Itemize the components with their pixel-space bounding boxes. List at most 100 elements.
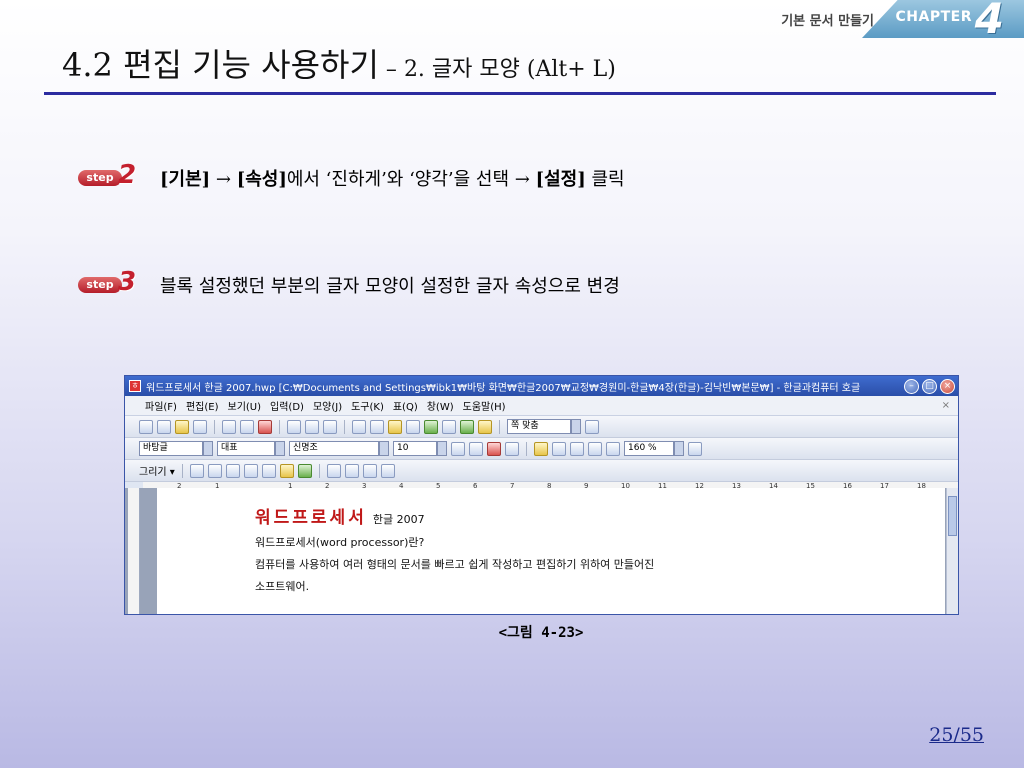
new-window-icon[interactable]	[157, 419, 171, 434]
chapter-label: CHAPTER	[895, 9, 972, 25]
font-dropdown-icon[interactable]	[379, 441, 389, 456]
menu-close-icon[interactable]: ×	[942, 400, 950, 411]
line-tool-icon[interactable]	[189, 463, 204, 478]
step-3-pill: step	[78, 277, 122, 293]
menu-insert[interactable]: 입력(D)	[270, 398, 304, 413]
step-2-text: 에서 ‘진하게’와 ‘양각’을 선택	[286, 169, 515, 190]
image-tool-icon[interactable]	[297, 463, 312, 478]
font-size-dropdown-icon[interactable]	[437, 441, 447, 456]
align-right-icon[interactable]	[606, 441, 620, 456]
chart-icon[interactable]	[460, 419, 474, 434]
step-3-badge: step 3	[78, 267, 142, 297]
menu-view[interactable]: 보기(U)	[228, 398, 262, 413]
align-both-icon[interactable]	[552, 441, 566, 456]
paste-icon[interactable]	[388, 419, 402, 434]
step-3-text: 블록 설정했던 부분의 글자 모양이 설정한 글자 속성으로 변경	[160, 276, 620, 297]
copy-icon[interactable]	[370, 419, 384, 434]
vertical-scrollbar[interactable]	[946, 488, 958, 614]
preview-icon[interactable]	[240, 419, 254, 434]
menu-window[interactable]: 창(W)	[427, 398, 454, 413]
open-folder-icon[interactable]	[175, 419, 189, 434]
scrollbar-thumb[interactable]	[948, 496, 957, 536]
style-icon[interactable]	[424, 419, 438, 434]
step-2-text-end: 클릭	[585, 169, 625, 190]
step-2-pill: step	[78, 170, 122, 186]
pen-tool-icon[interactable]	[279, 463, 294, 478]
step-2-number: 2	[118, 160, 137, 190]
maximize-icon[interactable]: □	[922, 378, 937, 394]
save-icon[interactable]	[193, 419, 207, 434]
ellipse-tool-icon[interactable]	[225, 463, 240, 478]
language-combo[interactable]: 대표	[217, 441, 275, 456]
bold-icon[interactable]	[451, 441, 465, 456]
doc-line-1: 워드프로세서(word processor)란?	[255, 536, 425, 549]
underline-icon[interactable]	[487, 441, 501, 456]
breadcrumb: 기본 문서 만들기	[781, 14, 874, 29]
rect-tool-icon[interactable]	[207, 463, 222, 478]
image-icon[interactable]	[478, 419, 492, 434]
close-icon[interactable]: ×	[940, 378, 955, 394]
line-style-icon[interactable]	[362, 463, 377, 478]
step-2-badge: step 2	[78, 160, 142, 190]
menu-table[interactable]: 표(Q)	[393, 398, 418, 413]
page-title: 4.2 편집 기능 사용하기 – 2. 글자 모양 (Alt+ L)	[62, 40, 616, 86]
step-2-menu-set: [설정]	[535, 169, 586, 190]
doc-heading-sub: 한글 2007	[372, 513, 425, 526]
line-spacing-dropdown-icon[interactable]	[674, 441, 684, 456]
chapter-number: 4	[974, 0, 1004, 43]
menu-edit[interactable]: 편집(E)	[186, 398, 219, 413]
find-icon[interactable]	[323, 419, 337, 434]
title-main: 4.2 편집 기능 사용하기	[62, 46, 379, 84]
align-center-icon[interactable]	[588, 441, 602, 456]
document-content: 워드프로세서 한글 2007 워드프로세서(word processor)란? 컴…	[255, 503, 654, 594]
menu-help[interactable]: 도움말(H)	[463, 398, 506, 413]
page-number[interactable]: 25/55	[929, 724, 984, 746]
chapter-tag: 기본 문서 만들기 CHAPTER 4	[752, 0, 1024, 43]
format-painter-icon[interactable]	[406, 419, 420, 434]
polygon-tool-icon[interactable]	[261, 463, 276, 478]
cut-icon[interactable]	[352, 419, 366, 434]
highlight-icon[interactable]	[534, 441, 548, 456]
print-icon[interactable]	[222, 419, 236, 434]
text-color-icon[interactable]	[505, 441, 519, 456]
title-sub: 2. 글자 모양 (Alt+ L)	[403, 57, 616, 82]
draw-menu[interactable]: 그리기 ▾	[139, 463, 175, 478]
step-2-menu-basic: [기본]	[160, 169, 211, 190]
document-page[interactable]: 워드프로세서 한글 2007 워드프로세서(word processor)란? 컴…	[157, 488, 945, 614]
minimize-icon[interactable]: –	[904, 378, 919, 394]
standard-toolbar: 쪽 맞춤	[125, 416, 958, 438]
app-menubar: 파일(F) 편집(E) 보기(U) 입력(D) 모양(J) 도구(K) 표(Q)…	[125, 396, 958, 416]
line-color-icon[interactable]	[344, 463, 359, 478]
step-2-arrow-1: →	[210, 169, 237, 190]
app-titlebar: ㅎ 워드프로세서 한글 2007.hwp [C:₩Documents and S…	[125, 376, 958, 396]
language-dropdown-icon[interactable]	[275, 441, 285, 456]
undo-icon[interactable]	[287, 419, 301, 434]
zoom-dropdown-icon[interactable]	[571, 419, 581, 434]
title-dash: –	[378, 57, 404, 82]
document-area: 워드프로세서 한글 2007 워드프로세서(word processor)란? 컴…	[125, 488, 958, 614]
new-doc-icon[interactable]	[139, 419, 153, 434]
zoom-out-icon[interactable]	[585, 419, 599, 434]
style-combo[interactable]: 바탕글	[139, 441, 203, 456]
arrow-style-icon[interactable]	[380, 463, 395, 478]
menu-tools[interactable]: 도구(K)	[351, 398, 384, 413]
style-dropdown-icon[interactable]	[203, 441, 213, 456]
step-3-instruction: step 3 블록 설정했던 부분의 글자 모양이 설정한 글자 속성으로 변경	[78, 267, 620, 298]
table-icon[interactable]	[442, 419, 456, 434]
line-spacing-combo[interactable]: 160 %	[624, 441, 674, 456]
font-size-combo[interactable]: 10	[393, 441, 437, 456]
list-icon[interactable]	[688, 441, 702, 456]
title-divider	[44, 92, 996, 95]
align-left-icon[interactable]	[570, 441, 584, 456]
fill-color-icon[interactable]	[326, 463, 341, 478]
arc-tool-icon[interactable]	[243, 463, 258, 478]
step-2-menu-property: [속성]	[236, 169, 287, 190]
menu-file[interactable]: 파일(F)	[145, 398, 177, 413]
redo-icon[interactable]	[305, 419, 319, 434]
pdf-icon[interactable]	[258, 419, 272, 434]
zoom-combo[interactable]: 쪽 맞춤	[507, 419, 571, 434]
menu-format[interactable]: 모양(J)	[313, 398, 342, 413]
draw-toolbar: 그리기 ▾	[125, 460, 958, 482]
font-combo[interactable]: 신명조	[289, 441, 379, 456]
italic-icon[interactable]	[469, 441, 483, 456]
